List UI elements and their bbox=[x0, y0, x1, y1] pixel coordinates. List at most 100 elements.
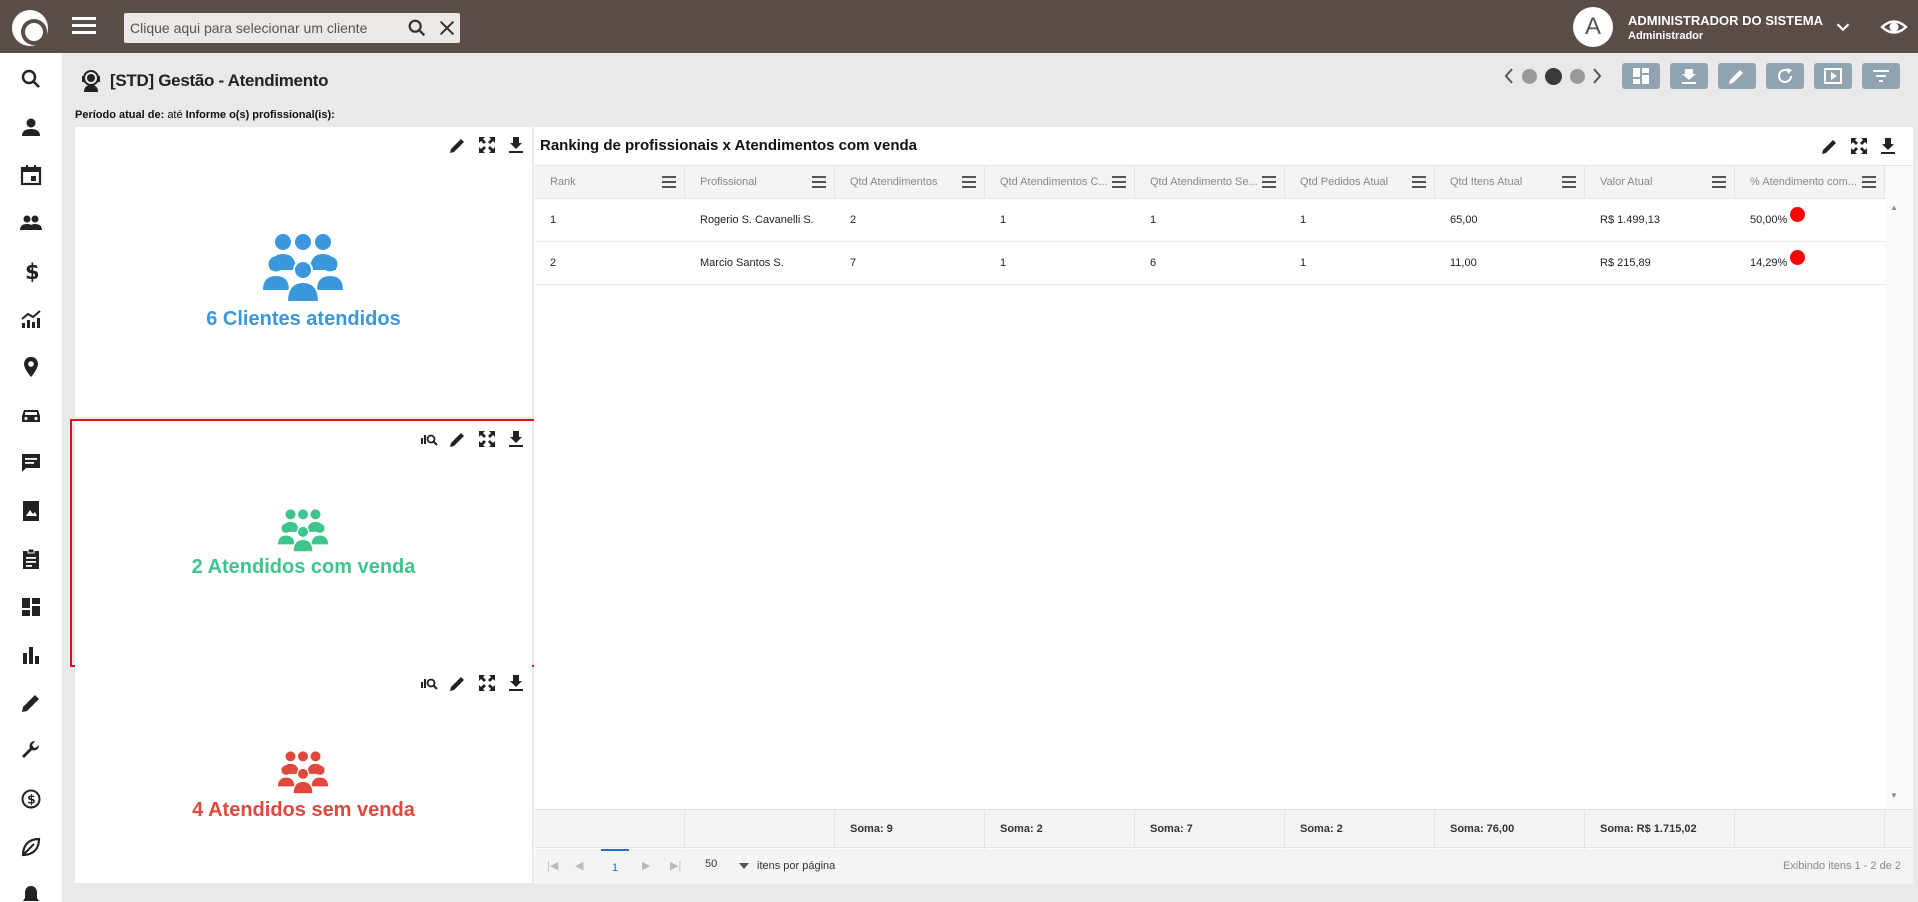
avatar[interactable]: A bbox=[1573, 7, 1613, 47]
menu-icon[interactable] bbox=[72, 14, 98, 38]
column-header[interactable]: Profissional bbox=[685, 166, 835, 199]
refresh-button[interactable] bbox=[1766, 63, 1804, 89]
analytics-search-icon[interactable] bbox=[419, 429, 439, 449]
car-icon[interactable] bbox=[19, 403, 43, 427]
app-logo[interactable] bbox=[12, 10, 48, 46]
column-header[interactable]: Valor Atual bbox=[1585, 166, 1735, 199]
dashboard-layout-icon bbox=[1633, 68, 1649, 84]
download-icon[interactable] bbox=[506, 429, 526, 449]
last-page-icon[interactable]: ▶| bbox=[670, 849, 681, 884]
clipboard-icon[interactable] bbox=[19, 547, 43, 571]
filter-button[interactable] bbox=[1862, 63, 1900, 89]
expand-icon[interactable] bbox=[477, 673, 497, 693]
column-menu-icon[interactable] bbox=[812, 176, 826, 188]
person-icon[interactable] bbox=[19, 115, 43, 139]
pencil-icon[interactable] bbox=[448, 429, 468, 449]
bar-chart-icon[interactable] bbox=[19, 643, 43, 667]
prev-page-icon[interactable]: ◀ bbox=[575, 849, 583, 884]
column-header[interactable]: % Atendimento com... bbox=[1735, 166, 1885, 199]
bell-icon[interactable] bbox=[19, 883, 43, 902]
calendar-icon[interactable] bbox=[19, 163, 43, 187]
page-size-select[interactable]: 50 bbox=[705, 858, 751, 876]
column-menu-icon[interactable] bbox=[1712, 176, 1726, 188]
column-header[interactable]: Qtd Atendimento Se... bbox=[1135, 166, 1285, 199]
carousel-dot[interactable] bbox=[1522, 69, 1537, 84]
dollar-icon[interactable]: $ bbox=[19, 259, 43, 284]
cell-qtd-atendimentos: 2 bbox=[850, 214, 857, 226]
sidebar-search-icon[interactable] bbox=[19, 67, 43, 91]
top-bar: A ADMINISTRADOR DO SISTEMA Administrador bbox=[0, 0, 1918, 53]
column-menu-icon[interactable] bbox=[1112, 176, 1126, 188]
first-page-icon[interactable]: |◀ bbox=[547, 849, 558, 884]
cell-profissional: Rogerio S. Cavanelli S. bbox=[700, 214, 814, 226]
search-icon[interactable] bbox=[406, 17, 428, 39]
column-menu-icon[interactable] bbox=[1862, 176, 1876, 188]
photo-album-icon[interactable] bbox=[19, 499, 43, 523]
cell-qtd-itens: 65,00 bbox=[1450, 214, 1478, 226]
chevron-left-icon[interactable] bbox=[1502, 66, 1516, 86]
pencil-icon[interactable] bbox=[448, 135, 468, 155]
pencil-icon[interactable] bbox=[448, 673, 468, 693]
cell-qtd-sem-venda: 6 bbox=[1150, 257, 1157, 269]
download-button[interactable] bbox=[1670, 63, 1708, 89]
carousel-dot-active[interactable] bbox=[1545, 68, 1562, 85]
eye-icon[interactable] bbox=[1880, 14, 1908, 40]
trend-chart-icon[interactable] bbox=[19, 307, 43, 331]
total-cell: Soma: R$ 1.715,02 bbox=[1585, 810, 1735, 849]
vertical-scrollbar[interactable] bbox=[1885, 166, 1913, 809]
current-page[interactable]: 1 bbox=[601, 849, 629, 884]
scroll-down-icon[interactable]: ▼ bbox=[1890, 791, 1898, 800]
period-label: Período atual de: bbox=[75, 109, 165, 121]
layout-button[interactable] bbox=[1622, 63, 1660, 89]
headset-icon bbox=[82, 70, 100, 92]
next-page-icon[interactable]: ▶ bbox=[642, 849, 650, 884]
scroll-up-icon[interactable]: ▲ bbox=[1890, 203, 1898, 212]
download-icon[interactable] bbox=[506, 135, 526, 155]
column-menu-icon[interactable] bbox=[1262, 176, 1276, 188]
wrench-icon[interactable] bbox=[19, 739, 43, 763]
expand-icon[interactable] bbox=[477, 429, 497, 449]
table-row[interactable]: 1 Rogerio S. Cavanelli S. 2 1 1 1 65,00 … bbox=[535, 199, 1885, 242]
people-group-icon bbox=[263, 234, 343, 302]
pager-info: Exibindo itens 1 - 2 de 2 bbox=[1782, 860, 1901, 872]
pencil-icon bbox=[1729, 70, 1743, 84]
chat-icon[interactable] bbox=[19, 451, 43, 475]
column-header[interactable]: Rank bbox=[535, 166, 685, 199]
location-pin-icon[interactable] bbox=[19, 355, 43, 379]
present-button[interactable] bbox=[1814, 63, 1852, 89]
column-menu-icon[interactable] bbox=[1412, 176, 1426, 188]
chevron-down-icon[interactable] bbox=[1832, 16, 1854, 38]
pager: |◀ ◀ 1 ▶ ▶| 50 itens por página Exibindo… bbox=[535, 849, 1913, 884]
cell-qtd-atendimentos: 7 bbox=[850, 257, 857, 269]
card-tools bbox=[410, 429, 526, 449]
expand-icon[interactable] bbox=[477, 135, 497, 155]
svg-text:$: $ bbox=[27, 793, 35, 807]
kpi-card-com-venda: 2 Atendidos com venda bbox=[75, 421, 532, 665]
column-header[interactable]: Qtd Itens Atual bbox=[1435, 166, 1585, 199]
pencil-icon[interactable] bbox=[19, 691, 43, 715]
column-menu-icon[interactable] bbox=[662, 176, 676, 188]
download-icon[interactable] bbox=[1878, 136, 1898, 156]
analytics-search-icon[interactable] bbox=[419, 673, 439, 693]
column-menu-icon[interactable] bbox=[1562, 176, 1576, 188]
column-header[interactable]: Qtd Atendimentos bbox=[835, 166, 985, 199]
download-icon[interactable] bbox=[506, 673, 526, 693]
table-row[interactable]: 2 Marcio Santos S. 7 1 6 1 11,00 R$ 215,… bbox=[535, 242, 1885, 285]
play-icon bbox=[1824, 68, 1842, 84]
carousel-dot[interactable] bbox=[1570, 69, 1585, 84]
dashboard-icon[interactable] bbox=[19, 595, 43, 619]
column-header[interactable]: Qtd Pedidos Atual bbox=[1285, 166, 1435, 199]
money-history-icon[interactable]: $ bbox=[19, 787, 43, 811]
pencil-icon[interactable] bbox=[1820, 136, 1840, 156]
user-name: ADMINISTRADOR DO SISTEMA bbox=[1628, 13, 1823, 28]
clear-icon[interactable] bbox=[436, 17, 458, 39]
column-header[interactable]: Qtd Atendimentos C... bbox=[985, 166, 1135, 199]
expand-icon[interactable] bbox=[1849, 136, 1869, 156]
edit-button[interactable] bbox=[1718, 63, 1756, 89]
column-menu-icon[interactable] bbox=[962, 176, 976, 188]
chevron-right-icon[interactable] bbox=[1590, 66, 1604, 86]
people-group-icon bbox=[278, 509, 328, 553]
group-icon[interactable] bbox=[19, 211, 43, 235]
leaf-icon[interactable] bbox=[19, 835, 43, 859]
client-search-input[interactable] bbox=[124, 13, 394, 43]
